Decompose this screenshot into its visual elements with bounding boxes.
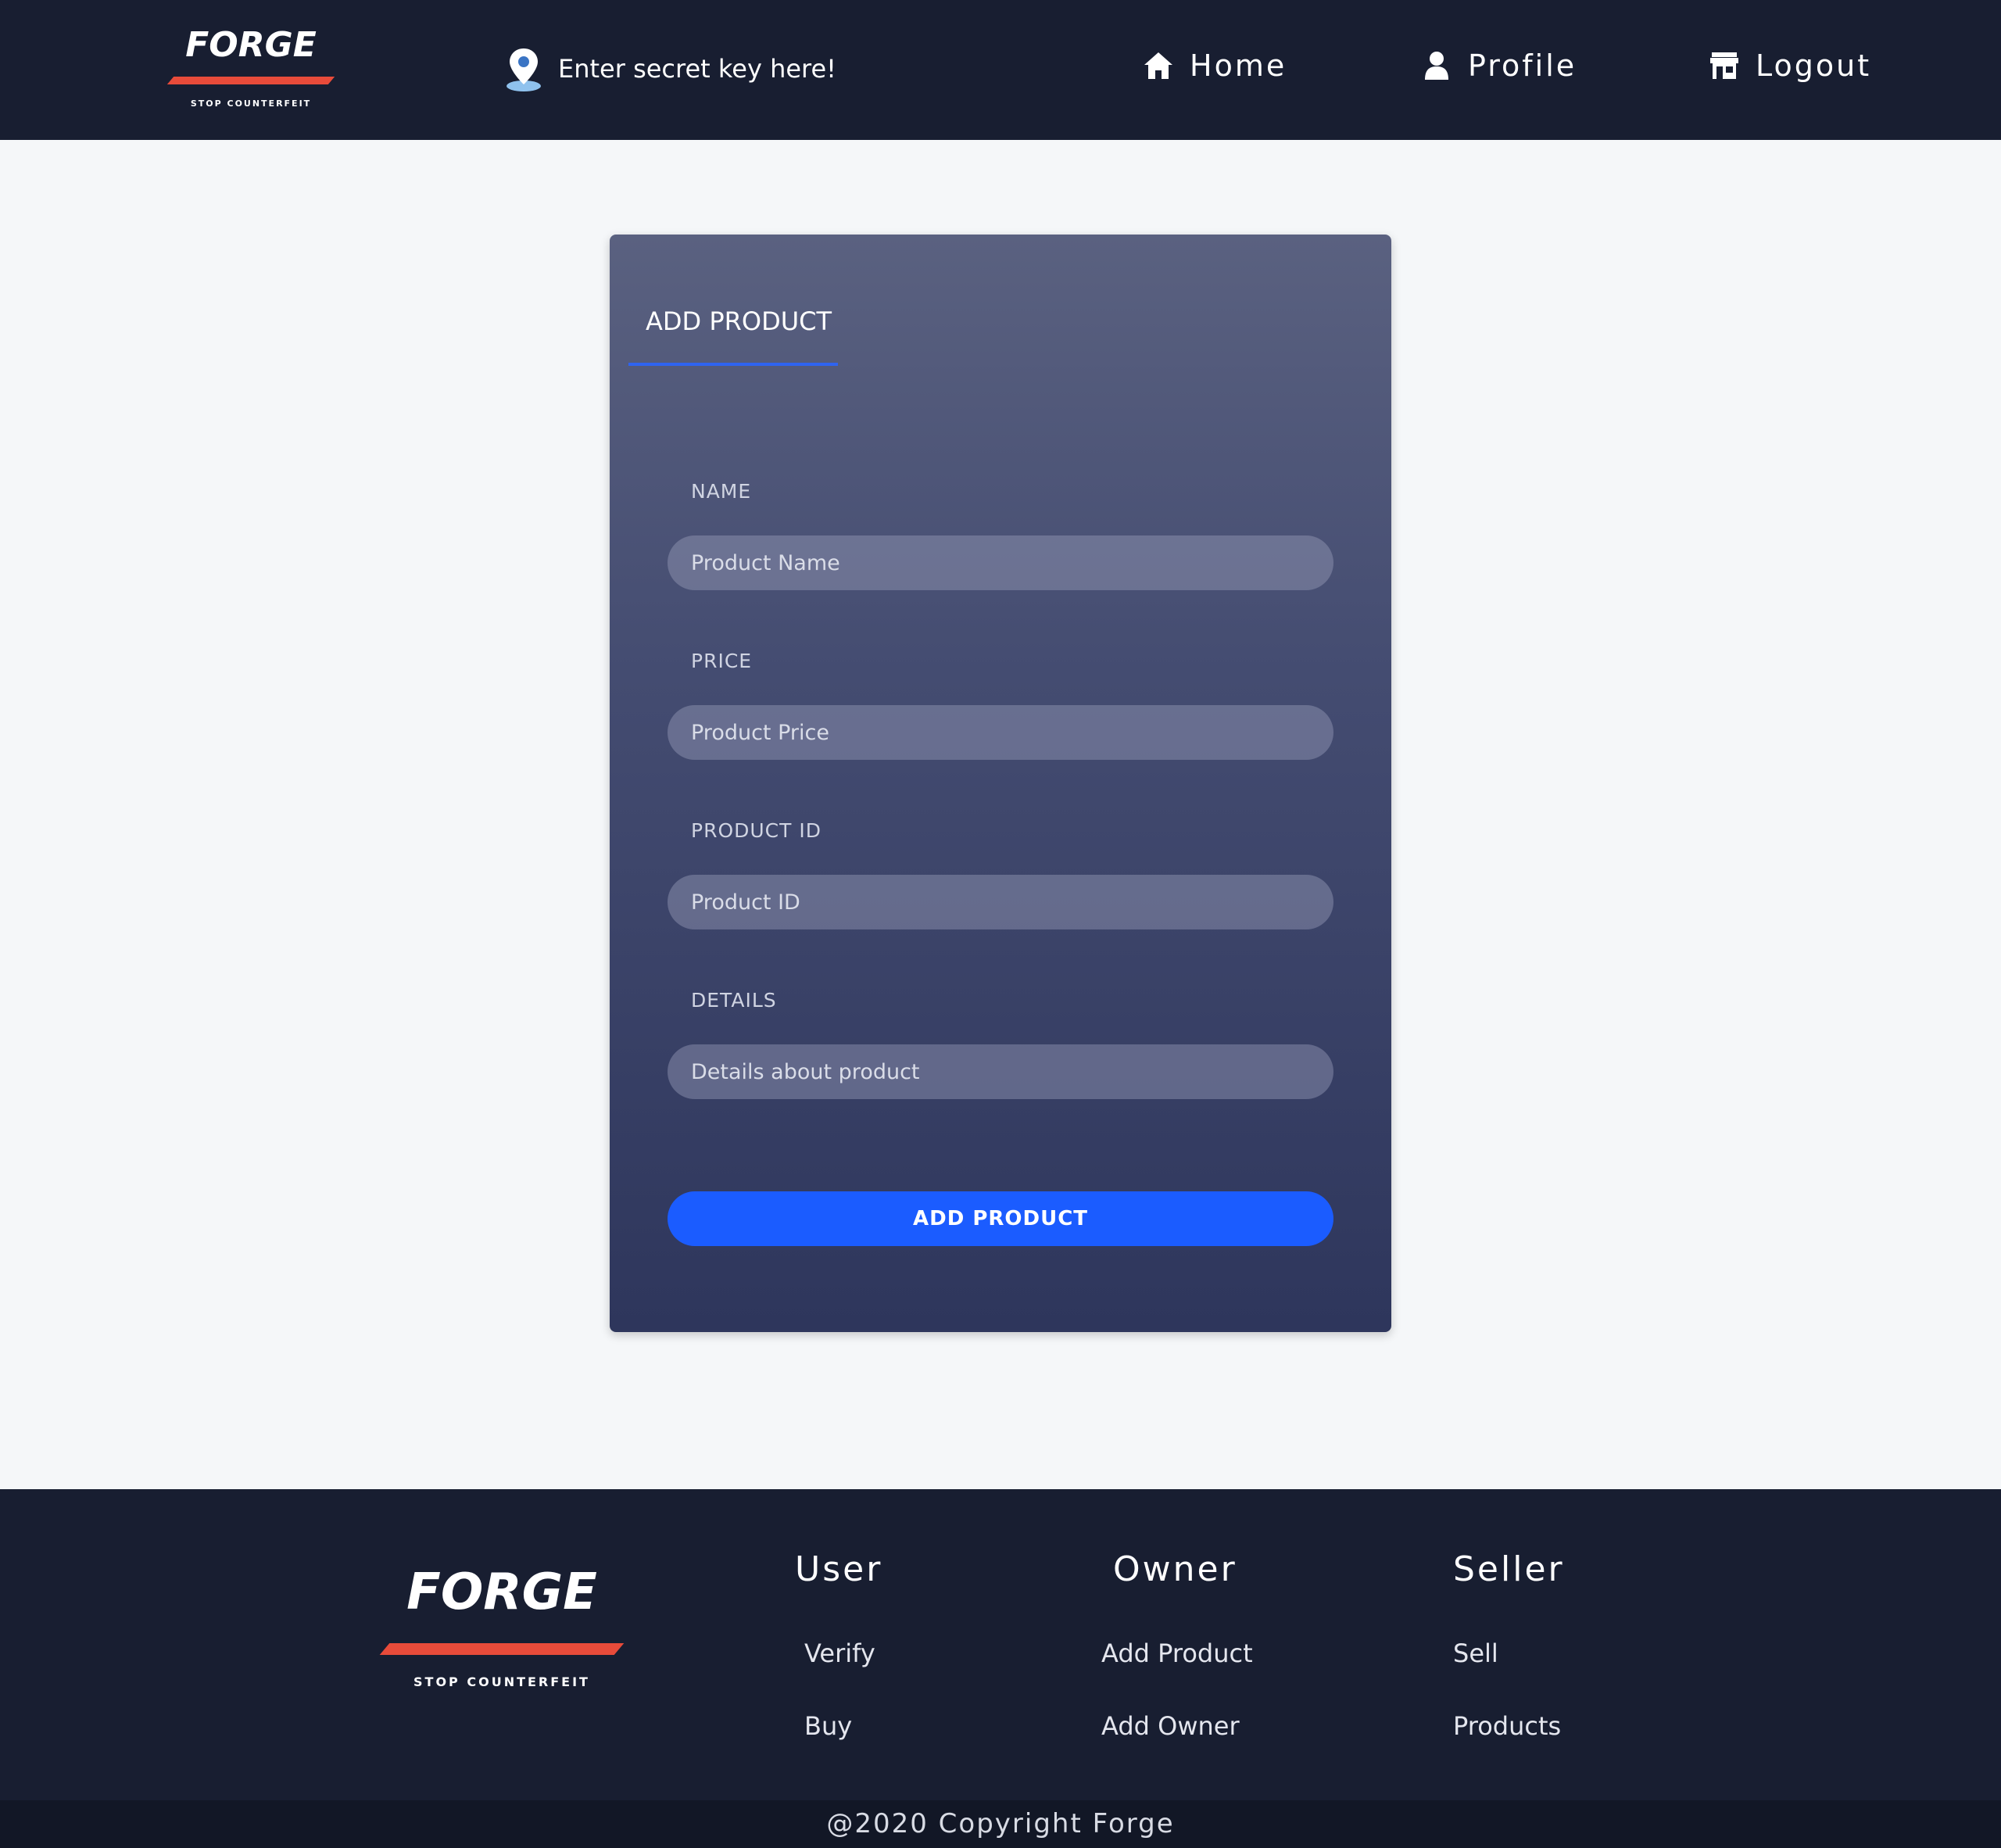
footer-link-buy[interactable]: Buy: [804, 1711, 852, 1741]
footer-logo-tagline: STOP COUNTERFEIT: [413, 1674, 590, 1689]
footer-logo-wordmark: FORGE: [406, 1563, 597, 1621]
tab-active-underline: [628, 363, 838, 366]
nav-profile[interactable]: Profile: [1421, 42, 1577, 89]
product-name-input[interactable]: [668, 535, 1333, 590]
footer: [0, 1489, 2001, 1800]
forge-logo[interactable]: FORGE STOP COUNTERFEIT: [163, 25, 339, 113]
footer-owner-heading: Owner: [1113, 1549, 1237, 1589]
secret-key-field: [502, 45, 933, 92]
product-price-input[interactable]: [668, 705, 1333, 760]
footer-logo-stripe: [379, 1643, 625, 1655]
secret-key-input[interactable]: [558, 54, 933, 84]
tab-add-product[interactable]: ADD PRODUCT: [628, 306, 838, 366]
product-id-input[interactable]: [668, 875, 1333, 929]
store-icon: [1710, 52, 1738, 79]
logo-tagline: STOP COUNTERFEIT: [190, 98, 312, 109]
nav-profile-label: Profile: [1468, 48, 1577, 83]
add-product-card: ADD PRODUCT NAME PRICE PRODUCT ID DETAIL…: [610, 235, 1391, 1332]
footer-seller-heading: Seller: [1453, 1549, 1565, 1589]
add-product-button[interactable]: ADD PRODUCT: [668, 1191, 1333, 1246]
footer-link-products[interactable]: Products: [1453, 1711, 1561, 1741]
nav-home-label: Home: [1190, 48, 1287, 83]
home-icon: [1144, 52, 1172, 79]
footer-user-heading: User: [795, 1549, 883, 1589]
name-label: NAME: [691, 480, 752, 503]
copyright-bar: @2020 Copyright Forge: [0, 1800, 2001, 1848]
footer-link-add-owner[interactable]: Add Owner: [1101, 1711, 1240, 1741]
nav-logout-label: Logout: [1756, 48, 1872, 83]
product-details-input[interactable]: [668, 1044, 1333, 1099]
nav-logout[interactable]: Logout: [1709, 42, 1871, 89]
footer-link-add-product[interactable]: Add Product: [1101, 1638, 1253, 1668]
logo-wordmark: FORGE: [185, 25, 317, 65]
map-pin-icon: [507, 48, 541, 91]
user-icon: [1425, 52, 1448, 80]
footer-forge-logo[interactable]: FORGE STOP COUNTERFEIT: [375, 1563, 628, 1696]
tab-add-product-label: ADD PRODUCT: [646, 306, 832, 336]
footer-link-verify[interactable]: Verify: [804, 1638, 875, 1668]
price-label: PRICE: [691, 650, 753, 672]
details-label: DETAILS: [691, 989, 777, 1012]
product-id-label: PRODUCT ID: [691, 819, 822, 842]
nav-home[interactable]: Home: [1143, 42, 1287, 89]
footer-link-sell[interactable]: Sell: [1453, 1638, 1498, 1668]
top-navbar: FORGE STOP COUNTERFEIT Home Profile: [0, 0, 2001, 140]
logo-stripe: [166, 77, 335, 84]
